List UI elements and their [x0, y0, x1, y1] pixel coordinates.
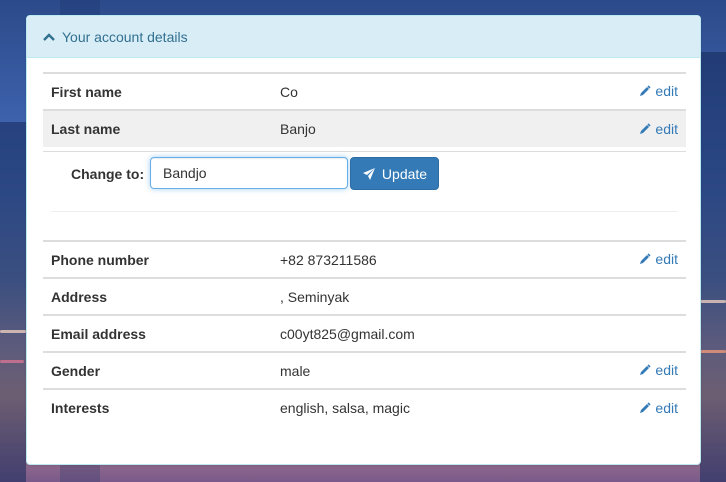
pencil-icon — [640, 85, 651, 96]
table-row: Email address c00yt825@gmail.com — [43, 315, 686, 352]
change-to-label: Change to: — [71, 166, 145, 182]
row-value: +82 873211586 — [280, 251, 377, 268]
edit-label: edit — [655, 120, 678, 137]
edit-label: edit — [655, 251, 678, 267]
pencil-icon — [640, 253, 651, 264]
panel-title: Your account details — [62, 28, 188, 45]
row-label: Gender — [51, 362, 101, 379]
chevron-up-icon — [43, 29, 57, 45]
row-value: c00yt825@gmail.com — [280, 325, 415, 342]
table-row: Interests english, salsa, magic edit — [43, 389, 686, 426]
edit-gender-link[interactable]: edit — [639, 362, 678, 378]
table-row: Last name Banjo edit — [43, 110, 686, 147]
change-last-name-form: Change to: Update — [43, 151, 686, 241]
details-table-top: First name Co edit Last name Banjo edit — [43, 72, 686, 147]
details-table-bottom: Phone number +82 873211586 edit Address … — [43, 240, 686, 426]
row-value: , Seminyak — [280, 288, 350, 305]
pencil-icon — [640, 401, 651, 413]
edit-interests-link[interactable]: edit — [639, 400, 678, 416]
account-details-panel: Your account details First name Co edit … — [26, 15, 701, 465]
row-label: Last name — [51, 121, 121, 137]
edit-label: edit — [655, 362, 678, 378]
edit-label: edit — [655, 83, 678, 99]
paper-plane-icon — [362, 167, 375, 180]
edit-first-name-link[interactable]: edit — [639, 83, 678, 99]
row-label: Address — [51, 288, 108, 305]
divider — [51, 211, 678, 212]
pencil-icon — [640, 364, 651, 375]
last-name-input[interactable] — [150, 157, 348, 189]
edit-last-name-link[interactable]: edit — [639, 121, 678, 137]
row-label: Phone number — [51, 251, 150, 268]
row-label: Interests — [51, 400, 110, 416]
row-value: Co — [280, 83, 298, 100]
edit-phone-link[interactable]: edit — [639, 251, 678, 267]
edit-label: edit — [655, 399, 678, 416]
row-label: Email address — [51, 325, 146, 342]
row-value: Banjo — [280, 121, 316, 137]
table-row: First name Co edit — [43, 73, 686, 110]
row-value: english, salsa, magic — [280, 400, 410, 416]
table-row: Phone number +82 873211586 edit — [43, 241, 686, 278]
table-row: Gender male edit — [43, 352, 686, 389]
row-value: male — [280, 362, 311, 379]
update-button-label: Update — [381, 165, 428, 182]
panel-heading[interactable]: Your account details — [27, 16, 700, 58]
update-button[interactable]: Update — [350, 157, 439, 190]
row-label: First name — [51, 83, 122, 100]
pencil-icon — [640, 122, 651, 134]
table-row: Address , Seminyak — [43, 278, 686, 315]
